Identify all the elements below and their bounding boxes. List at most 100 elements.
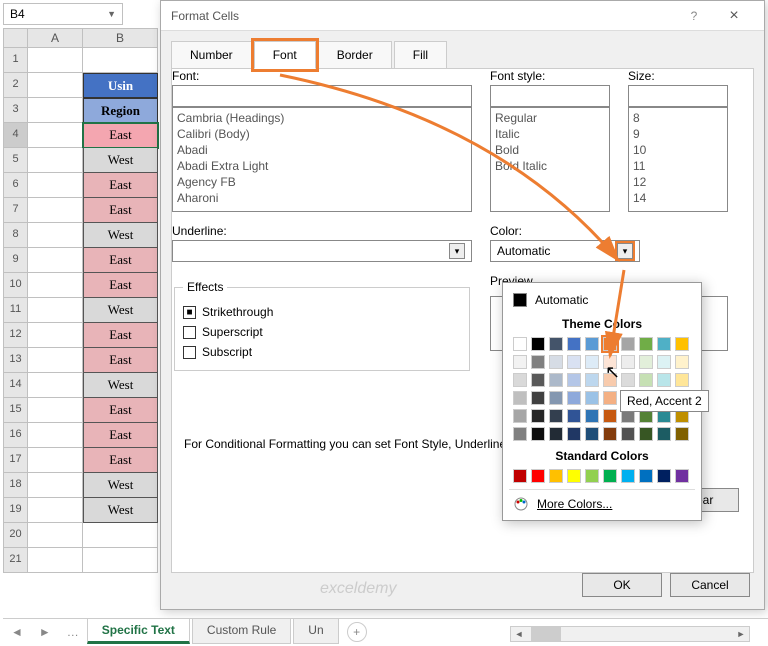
list-item[interactable]: 12: [631, 174, 725, 190]
color-swatch[interactable]: [567, 337, 581, 351]
color-swatch[interactable]: [567, 409, 581, 423]
color-swatch[interactable]: [531, 373, 545, 387]
cell[interactable]: [28, 523, 83, 548]
color-swatch[interactable]: [585, 391, 599, 405]
color-swatch[interactable]: [657, 469, 671, 483]
cell[interactable]: [28, 423, 83, 448]
cell[interactable]: [28, 148, 83, 173]
list-item[interactable]: Agency FB: [175, 174, 469, 190]
color-swatch[interactable]: [657, 373, 671, 387]
cell[interactable]: [28, 273, 83, 298]
color-swatch[interactable]: [549, 373, 563, 387]
color-swatch[interactable]: [531, 427, 545, 441]
data-cell[interactable]: West: [83, 373, 158, 398]
color-swatch[interactable]: [567, 427, 581, 441]
list-item[interactable]: Abadi: [175, 142, 469, 158]
color-swatch[interactable]: [531, 391, 545, 405]
data-cell[interactable]: West: [83, 148, 158, 173]
color-swatch[interactable]: [639, 469, 653, 483]
font-style-input[interactable]: [490, 85, 610, 107]
ok-button[interactable]: OK: [582, 573, 662, 597]
color-swatch[interactable]: [657, 427, 671, 441]
data-cell[interactable]: East: [83, 448, 158, 473]
new-sheet-button[interactable]: +: [347, 622, 367, 642]
cell[interactable]: [28, 298, 83, 323]
underline-combo[interactable]: ▾: [172, 240, 472, 262]
cell[interactable]: [28, 98, 83, 123]
color-swatch[interactable]: [513, 373, 527, 387]
color-swatch[interactable]: [585, 469, 599, 483]
color-swatch[interactable]: [639, 355, 653, 369]
row-header[interactable]: 15: [3, 398, 28, 423]
data-cell[interactable]: East: [83, 273, 158, 298]
list-item[interactable]: 9: [631, 126, 725, 142]
cell[interactable]: [28, 123, 83, 148]
list-item[interactable]: Bold Italic: [493, 158, 607, 174]
cell[interactable]: [28, 448, 83, 473]
row-header[interactable]: 17: [3, 448, 28, 473]
cell[interactable]: [28, 373, 83, 398]
color-swatch[interactable]: [513, 427, 527, 441]
tab-nav-prev-icon[interactable]: ◄: [3, 625, 31, 639]
color-swatch[interactable]: [513, 337, 527, 351]
close-icon[interactable]: ×: [714, 7, 754, 25]
cell[interactable]: [83, 548, 158, 573]
data-cell[interactable]: West: [83, 298, 158, 323]
color-swatch[interactable]: [585, 373, 599, 387]
tab-font[interactable]: Font: [254, 41, 316, 69]
color-swatch[interactable]: [603, 373, 617, 387]
sheet-tab[interactable]: Custom Rule: [192, 619, 291, 644]
list-item[interactable]: Italic: [493, 126, 607, 142]
color-swatch[interactable]: [531, 409, 545, 423]
row-header[interactable]: 16: [3, 423, 28, 448]
row-header[interactable]: 7: [3, 198, 28, 223]
horizontal-scrollbar[interactable]: ◄ ►: [510, 626, 750, 642]
data-cell[interactable]: East: [83, 398, 158, 423]
cell[interactable]: [28, 398, 83, 423]
color-swatch[interactable]: [567, 391, 581, 405]
row-header[interactable]: 3: [3, 98, 28, 123]
cell[interactable]: [28, 548, 83, 573]
cell[interactable]: [28, 348, 83, 373]
color-swatch[interactable]: [531, 337, 545, 351]
col-header-a[interactable]: A: [28, 28, 83, 48]
font-input[interactable]: [172, 85, 472, 107]
color-swatch[interactable]: [639, 337, 653, 351]
color-swatch[interactable]: [585, 337, 599, 351]
row-header[interactable]: 8: [3, 223, 28, 248]
list-item[interactable]: Abadi Extra Light: [175, 158, 469, 174]
cell[interactable]: [28, 323, 83, 348]
scroll-thumb[interactable]: [531, 627, 561, 641]
color-swatch[interactable]: [657, 355, 671, 369]
data-cell[interactable]: East: [83, 348, 158, 373]
color-swatch[interactable]: [621, 355, 635, 369]
scroll-left-icon[interactable]: ◄: [511, 627, 527, 641]
tab-border[interactable]: Border: [318, 41, 392, 69]
color-swatch[interactable]: [621, 427, 635, 441]
data-cell[interactable]: West: [83, 223, 158, 248]
cell[interactable]: [83, 48, 158, 73]
tab-nav-next-icon[interactable]: ►: [31, 625, 59, 639]
color-swatch[interactable]: [603, 337, 617, 351]
row-header[interactable]: 21: [3, 548, 28, 573]
color-swatch[interactable]: [585, 427, 599, 441]
data-cell[interactable]: East: [83, 198, 158, 223]
automatic-color[interactable]: Automatic: [509, 289, 695, 311]
color-swatch[interactable]: [585, 355, 599, 369]
more-colors[interactable]: More Colors...: [509, 489, 695, 514]
font-style-list[interactable]: RegularItalicBoldBold Italic: [490, 107, 610, 212]
font-list[interactable]: Cambria (Headings)Calibri (Body)AbadiAba…: [172, 107, 472, 212]
list-item[interactable]: 8: [631, 110, 725, 126]
row-header[interactable]: 14: [3, 373, 28, 398]
color-swatch[interactable]: [567, 469, 581, 483]
dialog-titlebar[interactable]: Format Cells ? ×: [161, 1, 764, 31]
color-swatch[interactable]: [549, 391, 563, 405]
list-item[interactable]: Calibri (Body): [175, 126, 469, 142]
help-icon[interactable]: ?: [674, 9, 714, 23]
list-item[interactable]: Bold: [493, 142, 607, 158]
data-cell[interactable]: East: [83, 323, 158, 348]
row-header[interactable]: 12: [3, 323, 28, 348]
color-swatch[interactable]: [513, 355, 527, 369]
data-cell[interactable]: East: [83, 173, 158, 198]
row-header[interactable]: 4: [3, 123, 28, 148]
